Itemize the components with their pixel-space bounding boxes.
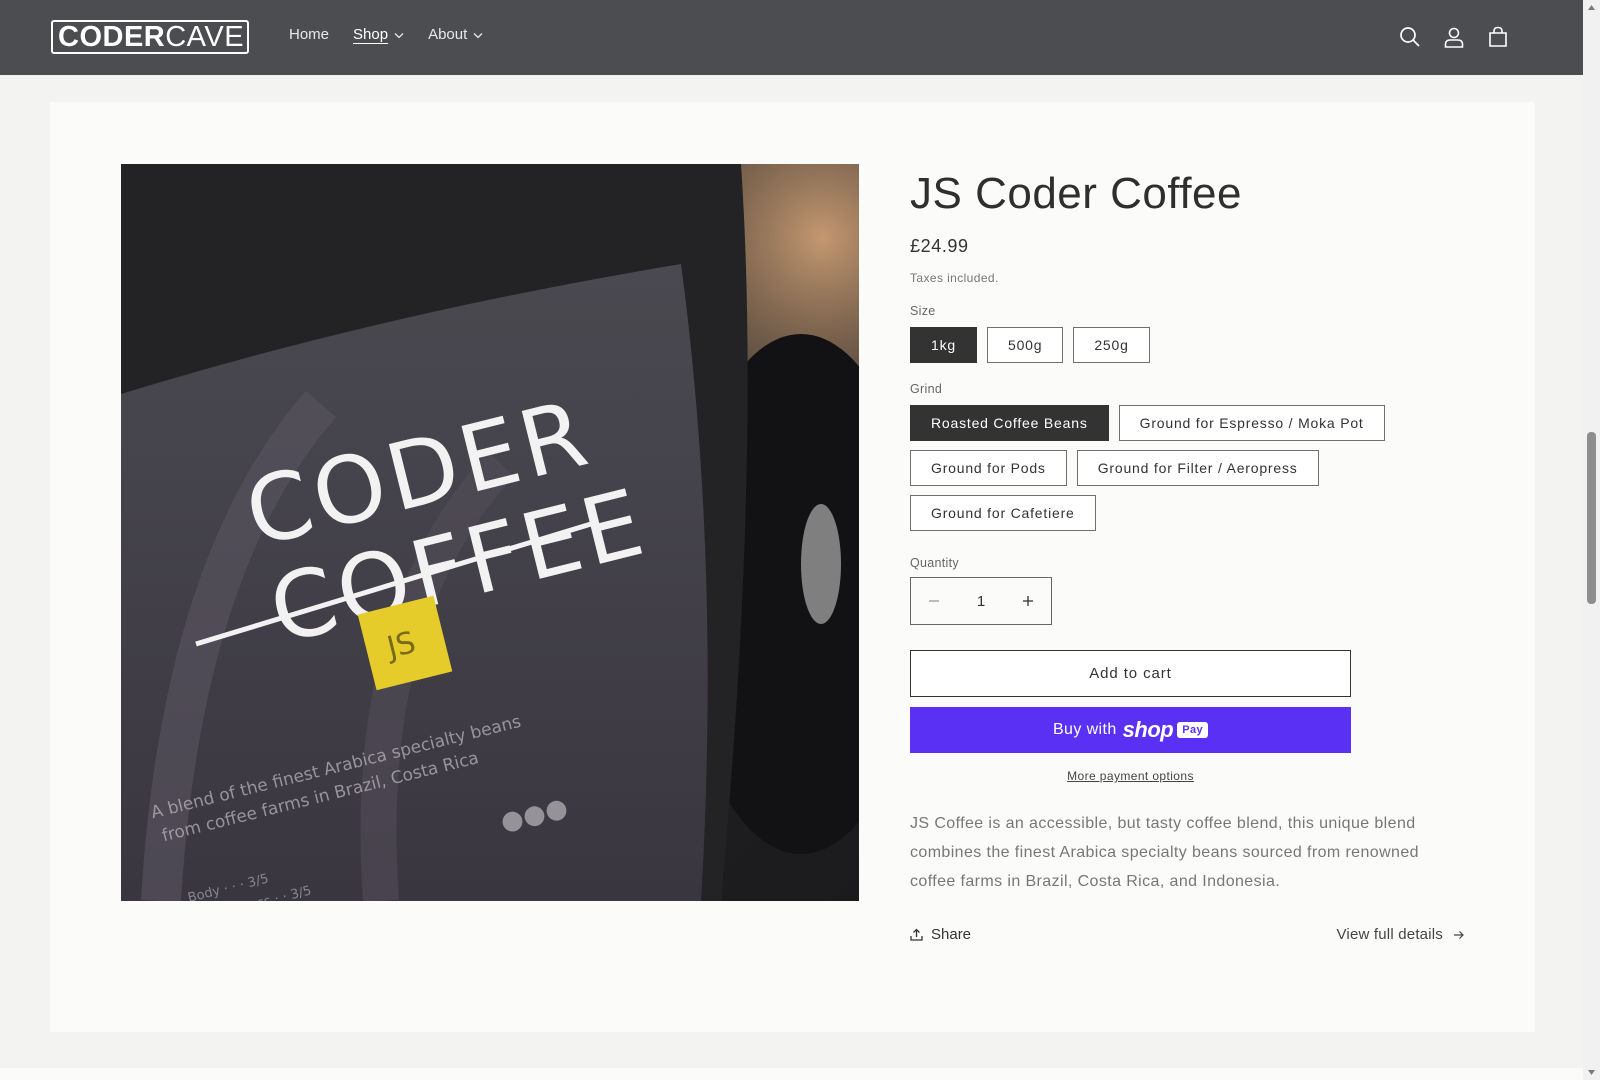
cart-icon[interactable] xyxy=(1486,25,1510,49)
share-icon xyxy=(910,928,923,941)
chevron-down-icon xyxy=(473,33,483,39)
add-to-cart-button[interactable]: Add to cart xyxy=(910,650,1351,697)
nav-shop-label: Shop xyxy=(353,26,389,43)
scrollbar-thumb[interactable] xyxy=(1587,432,1596,604)
decrease-quantity-button[interactable] xyxy=(925,592,943,610)
nav-about[interactable]: About xyxy=(428,26,483,43)
increase-quantity-button[interactable] xyxy=(1019,592,1037,610)
account-icon[interactable] xyxy=(1442,25,1466,49)
quantity-stepper: 1 xyxy=(910,577,1052,625)
buy-with-label: Buy with xyxy=(1052,721,1117,738)
size-label: Size xyxy=(910,304,936,318)
shop-logo-text: shop xyxy=(1122,717,1174,742)
chevron-down-icon xyxy=(394,33,404,39)
size-option-500g[interactable]: 500g xyxy=(986,327,1064,363)
scroll-up-arrow-icon[interactable] xyxy=(1587,3,1596,12)
product-price: £24.99 xyxy=(910,236,969,256)
header-icons xyxy=(1378,25,1510,49)
plus-icon xyxy=(1023,596,1033,606)
product-card: CODER COFFEE JS A blend of the finest Ar… xyxy=(50,102,1535,1032)
coffee-bag-photo: CODER COFFEE JS A blend of the finest Ar… xyxy=(121,164,859,901)
size-option-1kg[interactable]: 1kg xyxy=(910,327,977,363)
product-title: JS Coder Coffee xyxy=(910,169,1242,218)
quantity-label: Quantity xyxy=(910,556,959,570)
grind-options: Roasted Coffee Beans Ground for Espresso… xyxy=(910,405,1430,540)
page-scrollbar[interactable] xyxy=(1583,0,1600,1080)
nav-shop[interactable]: Shop xyxy=(353,26,404,43)
grind-option-cafetiere[interactable]: Ground for Cafetiere xyxy=(910,495,1096,531)
pay-badge: Pay xyxy=(1177,722,1208,738)
share-button[interactable]: Share xyxy=(910,926,971,943)
more-payment-options-link[interactable]: More payment options xyxy=(910,769,1351,783)
site-logo[interactable]: CODERCAVE xyxy=(51,20,249,54)
size-options: 1kg 500g 250g xyxy=(910,327,1430,372)
nav-home-label: Home xyxy=(289,26,330,43)
logo-light: CAVE xyxy=(165,21,245,53)
quantity-input[interactable]: 1 xyxy=(977,593,985,610)
view-full-details-link[interactable]: View full details xyxy=(1336,926,1465,943)
grind-option-espresso[interactable]: Ground for Espresso / Moka Pot xyxy=(1118,405,1385,441)
share-label: Share xyxy=(931,926,972,943)
scroll-down-arrow-icon[interactable] xyxy=(1587,1068,1596,1077)
grind-option-beans[interactable]: Roasted Coffee Beans xyxy=(910,405,1109,441)
product-image[interactable]: CODER COFFEE JS A blend of the finest Ar… xyxy=(121,164,859,901)
product-info: JS Coder Coffee £24.99 Taxes included. S… xyxy=(910,164,1470,943)
product-actions: Share View full details xyxy=(910,926,1465,943)
logo-bold: CODER xyxy=(58,21,166,53)
size-option-250g[interactable]: 250g xyxy=(1073,327,1150,363)
grind-option-pods[interactable]: Ground for Pods xyxy=(910,450,1067,486)
arrow-right-icon xyxy=(1454,930,1464,939)
tax-note: Taxes included. xyxy=(910,271,999,285)
site-header: CODERCAVE Home Shop About xyxy=(0,0,1583,75)
grind-option-filter[interactable]: Ground for Filter / Aeropress xyxy=(1076,450,1319,486)
minus-icon xyxy=(929,600,939,602)
view-full-details-label: View full details xyxy=(1336,926,1443,943)
main-nav: Home Shop About xyxy=(289,26,507,43)
shop-pay-button[interactable]: Buy with shop Pay xyxy=(910,707,1351,753)
grind-label: Grind xyxy=(910,382,943,396)
product-description: JS Coffee is an accessible, but tasty co… xyxy=(910,815,1419,890)
nav-home[interactable]: Home xyxy=(289,26,329,43)
next-section-edge xyxy=(0,1068,1583,1080)
nav-about-label: About xyxy=(428,26,468,43)
search-icon[interactable] xyxy=(1398,25,1422,49)
